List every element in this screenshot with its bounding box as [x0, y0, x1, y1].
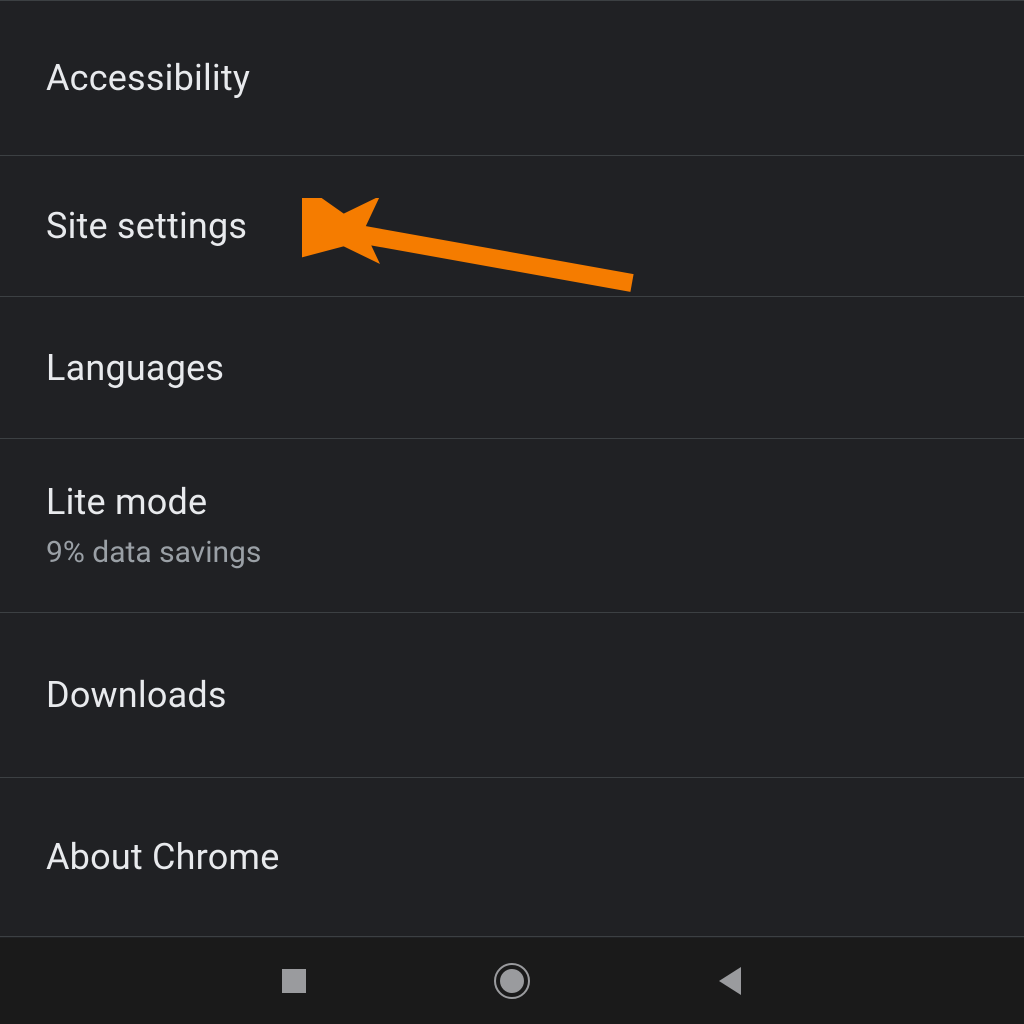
- nav-home-button[interactable]: [488, 957, 536, 1005]
- settings-item-subtitle: 9% data savings: [46, 535, 978, 570]
- navigation-bar: [0, 938, 1024, 1024]
- settings-item-lite-mode[interactable]: Lite mode 9% data savings: [0, 438, 1024, 612]
- settings-item-languages[interactable]: Languages: [0, 296, 1024, 438]
- square-icon: [280, 967, 308, 995]
- triangle-left-icon: [715, 965, 745, 997]
- settings-item-title: Lite mode: [46, 481, 978, 523]
- settings-list: Accessibility Site settings Languages Li…: [0, 0, 1024, 938]
- settings-item-title: Downloads: [46, 674, 978, 716]
- settings-item-site-settings[interactable]: Site settings: [0, 155, 1024, 296]
- settings-item-title: Languages: [46, 347, 978, 389]
- settings-item-title: Accessibility: [46, 57, 978, 99]
- circle-icon: [492, 961, 532, 1001]
- settings-item-title: About Chrome: [46, 836, 978, 878]
- settings-item-about-chrome[interactable]: About Chrome: [0, 777, 1024, 937]
- settings-item-title: Site settings: [46, 205, 978, 247]
- settings-item-accessibility[interactable]: Accessibility: [0, 0, 1024, 155]
- nav-overview-button[interactable]: [270, 957, 318, 1005]
- settings-item-downloads[interactable]: Downloads: [0, 612, 1024, 777]
- nav-back-button[interactable]: [706, 957, 754, 1005]
